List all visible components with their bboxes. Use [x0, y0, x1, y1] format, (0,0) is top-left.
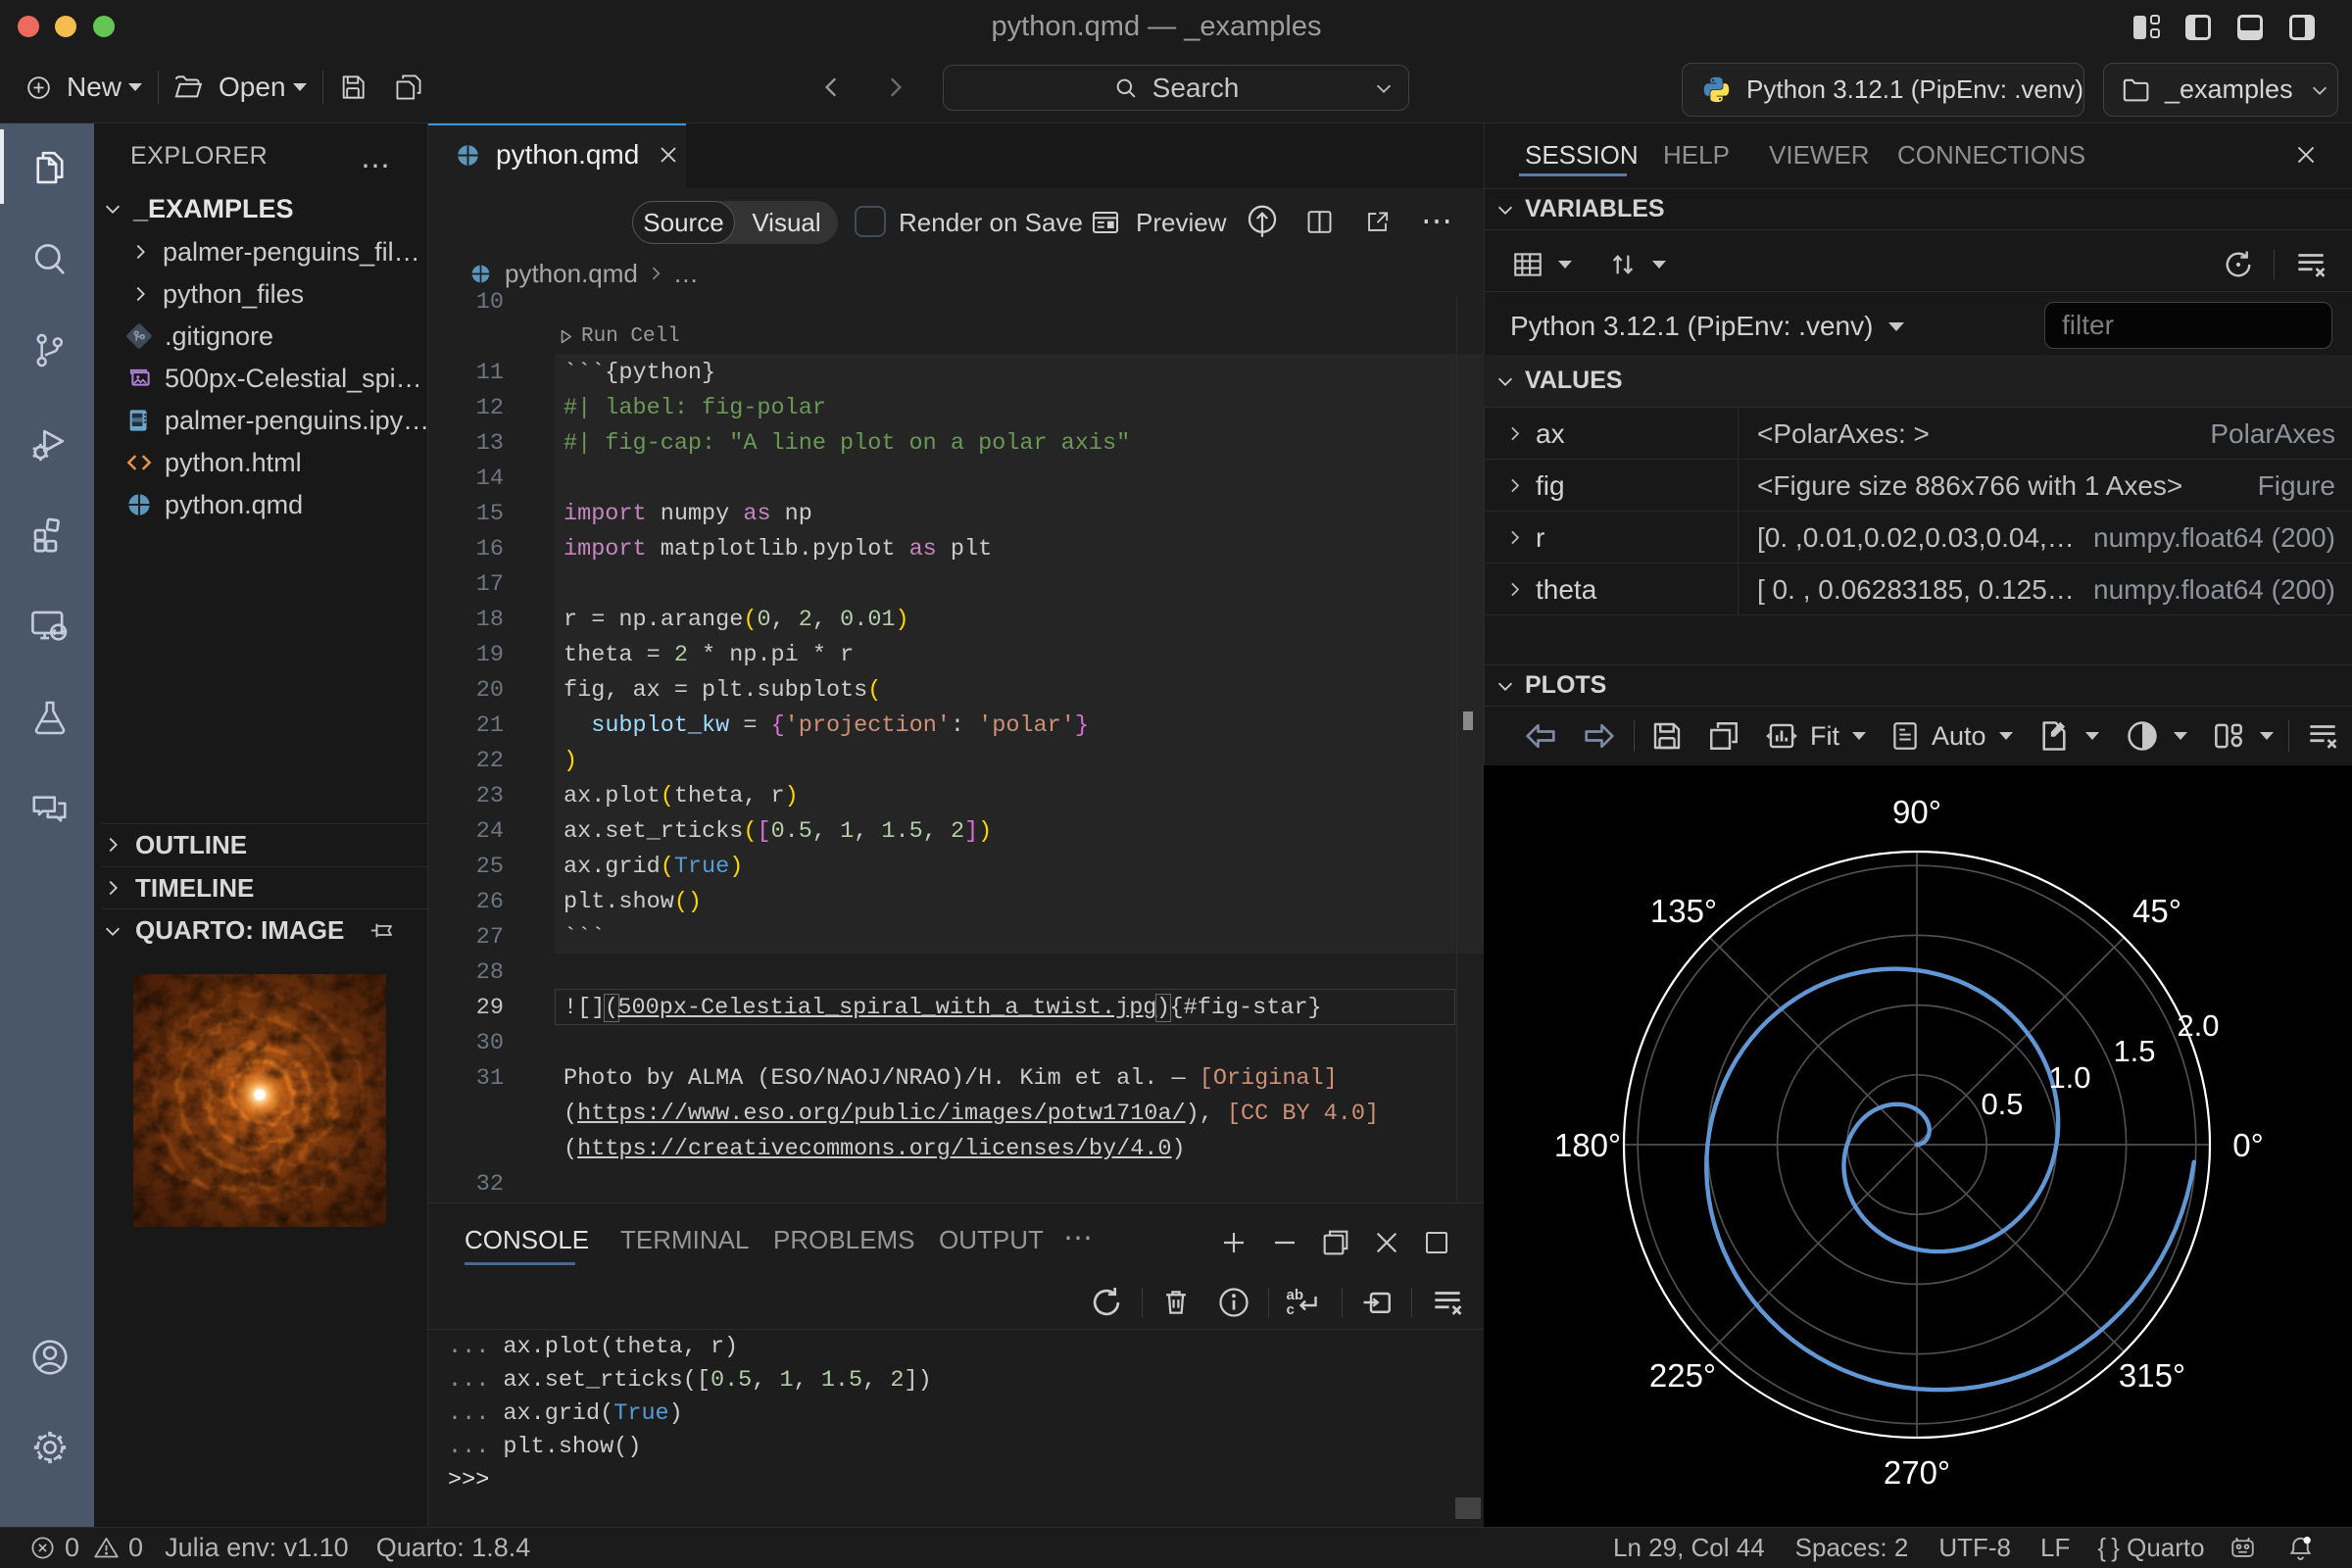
svg-text:1.5: 1.5	[2113, 1034, 2155, 1068]
svg-text:90°: 90°	[1892, 794, 1941, 830]
svg-text:c: c	[1287, 1301, 1295, 1318]
svg-text:315°: 315°	[2119, 1357, 2185, 1394]
svg-text:0.5: 0.5	[1981, 1087, 2023, 1121]
svg-text:0°: 0°	[2232, 1127, 2264, 1163]
svg-text:2.0: 2.0	[2177, 1008, 2219, 1043]
svg-text:45°: 45°	[2132, 893, 2181, 929]
svg-text:180°: 180°	[1554, 1127, 1621, 1163]
svg-text:135°: 135°	[1650, 893, 1717, 929]
svg-text:225°: 225°	[1649, 1357, 1716, 1394]
svg-text:1.0: 1.0	[2048, 1060, 2090, 1095]
svg-text:270°: 270°	[1884, 1454, 1950, 1491]
